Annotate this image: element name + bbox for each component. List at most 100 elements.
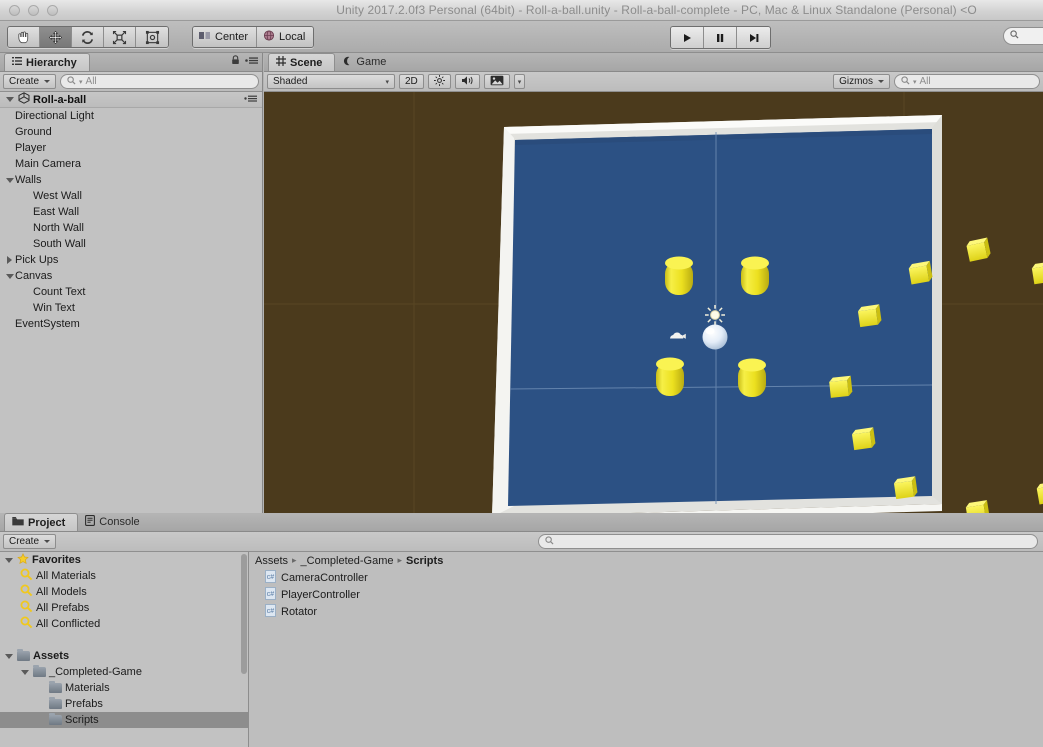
- folder-icon: [49, 697, 62, 709]
- scene-audio-toggle[interactable]: [454, 74, 480, 89]
- project-favorites-root[interactable]: Favorites: [0, 552, 248, 568]
- project-tree-scripts[interactable]: Scripts: [0, 712, 248, 728]
- hierarchy-item-south-wall[interactable]: South Wall: [0, 236, 262, 252]
- pause-button[interactable]: [704, 27, 737, 48]
- scene-3d-render[interactable]: [264, 92, 1043, 513]
- scene-panel: Scene Game Shaded ▾ 2D ▾ Gizmos ▾ All: [264, 53, 1043, 513]
- folder-icon: [49, 681, 62, 693]
- scene-effects-dropdown[interactable]: ▾: [513, 74, 526, 89]
- asset-item-cameracontroller[interactable]: c# CameraController: [249, 569, 1043, 586]
- rect-tool-button[interactable]: [136, 27, 168, 47]
- title-bar: Unity 2017.2.0f3 Personal (64bit) - Roll…: [0, 0, 1043, 21]
- breadcrumb-item[interactable]: _Completed-Game: [301, 555, 394, 567]
- project-favorite-label: All Prefabs: [36, 602, 90, 614]
- scene-draw-mode-dropdown[interactable]: Shaded ▾: [267, 74, 395, 89]
- hierarchy-item-main-camera[interactable]: Main Camera: [0, 156, 262, 172]
- hierarchy-item-label: Ground: [15, 126, 52, 138]
- hierarchy-item-west-wall[interactable]: West Wall: [0, 188, 262, 204]
- tab-console[interactable]: Console: [78, 513, 151, 531]
- chevron-down-icon[interactable]: [4, 97, 15, 102]
- tab-hierarchy[interactable]: Hierarchy: [4, 53, 90, 71]
- hierarchy-tree[interactable]: Roll-a-ball Directional Light Ground Playe…: [0, 92, 262, 513]
- chevron-down-icon[interactable]: [19, 670, 30, 675]
- project-tab-row: Project Console: [0, 513, 1043, 532]
- breadcrumb-item[interactable]: Assets: [255, 555, 288, 567]
- hierarchy-item-label: EventSystem: [15, 318, 80, 330]
- hierarchy-create-button[interactable]: Create: [3, 74, 57, 89]
- rotate-tool-button[interactable]: [72, 27, 104, 47]
- hierarchy-item-eventsystem[interactable]: EventSystem: [0, 316, 262, 332]
- tab-project[interactable]: Project: [4, 513, 79, 531]
- project-favorite-all-materials[interactable]: All Materials: [0, 568, 248, 584]
- project-search-input[interactable]: [538, 534, 1038, 549]
- project-assets-pane[interactable]: Assets ▸ _Completed-Game ▸ Scripts c# CameraC…: [249, 552, 1043, 747]
- project-tree-scrollbar[interactable]: [241, 554, 247, 674]
- scene-viewport[interactable]: [264, 92, 1043, 513]
- scene-2d-toggle[interactable]: 2D: [399, 74, 424, 89]
- step-button[interactable]: [737, 27, 770, 48]
- asset-item-rotator[interactable]: c# Rotator: [249, 603, 1043, 620]
- project-tree-prefabs[interactable]: Prefabs: [0, 696, 248, 712]
- hierarchy-item-pick-ups[interactable]: Pick Ups: [0, 252, 262, 268]
- hierarchy-item-player[interactable]: Player: [0, 140, 262, 156]
- hierarchy-item-east-wall[interactable]: East Wall: [0, 204, 262, 220]
- hierarchy-item-canvas[interactable]: Canvas: [0, 268, 262, 284]
- hierarchy-tab-icons[interactable]: [231, 55, 258, 68]
- saved-search-icon: [20, 568, 33, 584]
- search-icon: [1010, 30, 1019, 42]
- scene-lighting-toggle[interactable]: [427, 74, 451, 89]
- scene-effects-toggle[interactable]: [483, 74, 510, 89]
- project-assets-root[interactable]: Assets: [0, 648, 248, 664]
- hierarchy-item-count-text[interactable]: Count Text: [0, 284, 262, 300]
- pivot-space-group[interactable]: Center Local: [192, 26, 315, 48]
- space-mode-button[interactable]: Local: [257, 27, 314, 47]
- project-tree-materials[interactable]: Materials: [0, 680, 248, 696]
- hierarchy-item-label: Walls: [15, 174, 42, 186]
- hierarchy-item-directional-light[interactable]: Directional Light: [0, 108, 262, 124]
- play-button[interactable]: [671, 27, 704, 48]
- project-favorite-all-models[interactable]: All Models: [0, 584, 248, 600]
- hand-tool-button[interactable]: [8, 27, 40, 47]
- move-tool-button[interactable]: [40, 27, 72, 47]
- player-sphere: [702, 324, 728, 350]
- hierarchy-menu-icon[interactable]: [245, 56, 258, 68]
- scene-tab-row: Scene Game: [264, 53, 1043, 72]
- game-icon: [342, 56, 352, 69]
- chevron-right-icon[interactable]: [4, 256, 15, 264]
- asset-item-playercontroller[interactable]: c# PlayerController: [249, 586, 1043, 603]
- breadcrumb[interactable]: Assets ▸ _Completed-Game ▸ Scripts: [249, 552, 1043, 569]
- hierarchy-create-label: Create: [9, 76, 40, 87]
- hierarchy-item-walls[interactable]: Walls: [0, 172, 262, 188]
- chevron-down-icon[interactable]: [3, 654, 14, 659]
- project-favorite-all-conflicted[interactable]: All Conflicted: [0, 616, 248, 632]
- lock-icon[interactable]: [231, 55, 240, 68]
- project-create-button[interactable]: Create: [3, 534, 57, 549]
- transform-tools-group[interactable]: [7, 26, 169, 48]
- tab-hierarchy-label: Hierarchy: [26, 56, 77, 69]
- hierarchy-item-ground[interactable]: Ground: [0, 124, 262, 140]
- hierarchy-search-input[interactable]: ▾ All: [60, 74, 259, 89]
- project-tree-label: _Completed-Game: [49, 666, 142, 678]
- scene-gizmos-dropdown[interactable]: Gizmos: [833, 74, 890, 89]
- hierarchy-item-label: West Wall: [33, 190, 82, 202]
- hierarchy-item-north-wall[interactable]: North Wall: [0, 220, 262, 236]
- project-tree--completed-game[interactable]: _Completed-Game: [0, 664, 248, 680]
- chevron-down-icon[interactable]: [4, 178, 15, 183]
- project-favorite-all-prefabs[interactable]: All Prefabs: [0, 600, 248, 616]
- chevron-down-icon[interactable]: [4, 274, 15, 279]
- hierarchy-item-win-text[interactable]: Win Text: [0, 300, 262, 316]
- hierarchy-scene-root[interactable]: Roll-a-ball: [0, 92, 262, 108]
- pivot-mode-button[interactable]: Center: [193, 27, 258, 47]
- breadcrumb-item[interactable]: Scripts: [406, 555, 443, 567]
- toolbar-search-field[interactable]: [1003, 27, 1043, 45]
- tab-scene[interactable]: Scene: [268, 53, 336, 71]
- scene-toolbar: Shaded ▾ 2D ▾ Gizmos ▾ All: [264, 72, 1043, 92]
- scale-tool-button[interactable]: [104, 27, 136, 47]
- chevron-down-icon[interactable]: [3, 558, 14, 563]
- tab-game[interactable]: Game: [335, 53, 398, 71]
- scene-context-menu-icon[interactable]: [244, 94, 257, 106]
- scene-search-input[interactable]: ▾ All: [894, 74, 1040, 89]
- project-tree-pane[interactable]: Favorites All Materials All Models All Pre…: [0, 552, 249, 747]
- playback-controls[interactable]: [670, 26, 771, 49]
- asset-item-label: CameraController: [281, 571, 368, 584]
